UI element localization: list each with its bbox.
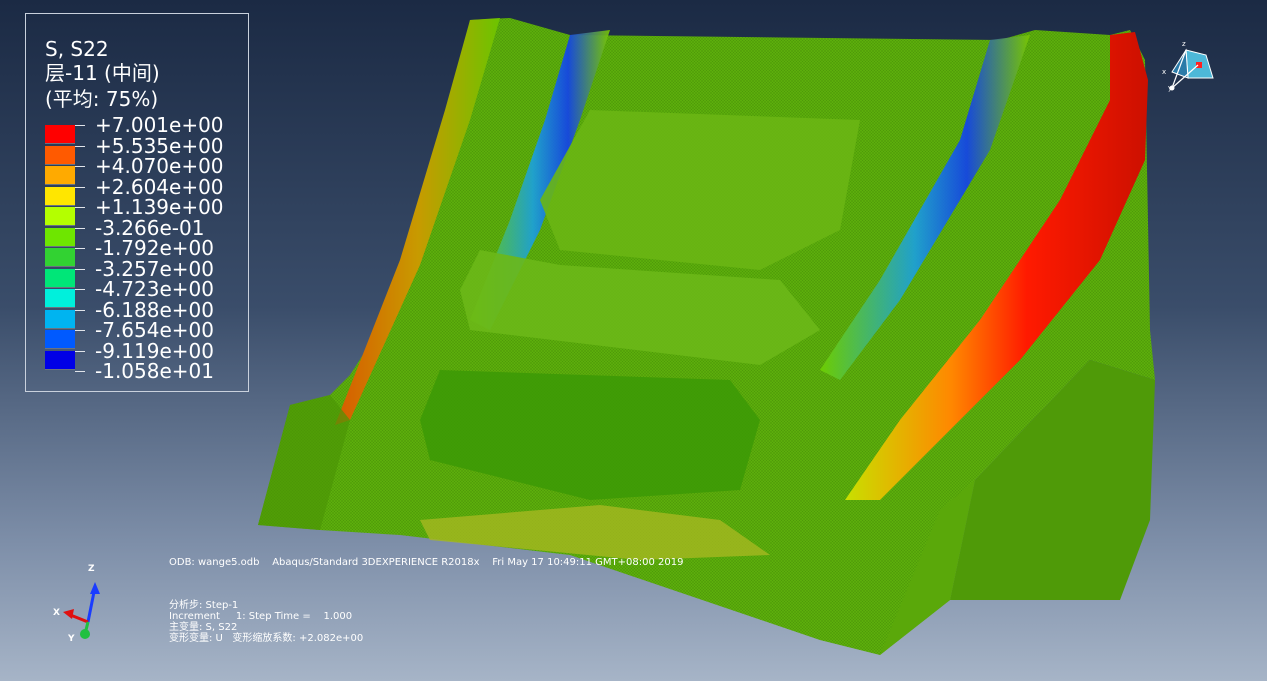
step-info: 分析步: Step-1 Increment 1: Step Time = 1.0… xyxy=(169,600,363,644)
legend-swatch xyxy=(45,309,75,329)
legend-tick xyxy=(75,186,85,188)
legend-swatch xyxy=(45,248,75,267)
legend-layer: 层-11 (中间) xyxy=(45,61,160,85)
increment-label: Increment 1: Step Time = 1.000 xyxy=(169,611,353,622)
legend-swatch xyxy=(45,145,75,165)
legend-tick xyxy=(75,125,85,126)
legend-swatch xyxy=(45,268,75,288)
legend-level-label: +5.535e+00 xyxy=(95,133,224,158)
legend-level-label: +2.604e+00 xyxy=(95,174,224,199)
legend-tick xyxy=(75,268,85,270)
legend-swatch xyxy=(45,166,75,185)
legend-tick xyxy=(75,207,85,208)
view-cube[interactable]: z x y xyxy=(1158,40,1218,95)
view-cube-icon xyxy=(1169,48,1214,91)
legend-tick xyxy=(75,145,85,147)
legend-level-label: -7.654e+00 xyxy=(95,318,214,342)
legend-tick xyxy=(75,248,85,249)
deformed-var-label: 变形变量: U 变形缩放系数: +2.082e+00 xyxy=(169,633,364,644)
primary-var-label: 主变量: S, S22 xyxy=(169,622,238,633)
legend-level-label: +4.070e+00 xyxy=(95,154,224,178)
legend-level-label: -1.058e+01 xyxy=(95,359,214,383)
legend-swatch xyxy=(45,125,75,144)
view-cube-z: z xyxy=(1182,40,1186,48)
viewport-canvas[interactable]: S, S22 层-11 (中间) (平均: 75%) +7.001e+00 +5.… xyxy=(0,0,1267,681)
legend-title: S, S22 xyxy=(45,37,109,61)
legend-tick xyxy=(75,371,85,372)
legend-swatch xyxy=(45,186,75,206)
legend-swatch xyxy=(45,227,75,247)
legend-level-label: +1.139e+00 xyxy=(95,195,224,219)
legend-average: (平均: 75%) xyxy=(45,87,159,111)
legend-tick xyxy=(75,350,85,352)
legend-swatch xyxy=(45,289,75,308)
coordinate-triad: Z X Y xyxy=(50,562,120,647)
triad-y-label: Y xyxy=(68,634,75,644)
legend-tick xyxy=(75,330,85,331)
legend-level-label: +7.001e+00 xyxy=(95,113,224,137)
legend-swatch xyxy=(45,350,75,370)
legend-tick xyxy=(75,166,85,167)
legend-level-label: -9.119e+00 xyxy=(95,338,214,363)
legend-level-label: -1.792e+00 xyxy=(95,236,214,260)
legend-level-label: -3.266e-01 xyxy=(95,215,205,240)
step-label: 分析步: Step-1 xyxy=(169,600,239,611)
legend-tick xyxy=(75,227,85,229)
triad-icon xyxy=(63,582,100,639)
legend-level-label: -6.188e+00 xyxy=(95,297,214,322)
contour-legend: S, S22 层-11 (中间) (平均: 75%) +7.001e+00 +5.… xyxy=(25,13,249,392)
triad-z-label: Z xyxy=(88,564,95,574)
view-cube-x: x xyxy=(1162,68,1167,76)
legend-tick xyxy=(75,309,85,311)
triad-x-label: X xyxy=(53,608,60,618)
legend-swatch xyxy=(45,330,75,349)
legend-level-label: -4.723e+00 xyxy=(95,277,214,301)
legend-level-label: -3.257e+00 xyxy=(95,256,214,281)
odb-info: ODB: wange5.odb Abaqus/Standard 3DEXPERI… xyxy=(169,557,684,568)
legend-swatch xyxy=(45,207,75,226)
legend-tick xyxy=(75,289,85,290)
view-cube-y: y xyxy=(1168,84,1173,92)
